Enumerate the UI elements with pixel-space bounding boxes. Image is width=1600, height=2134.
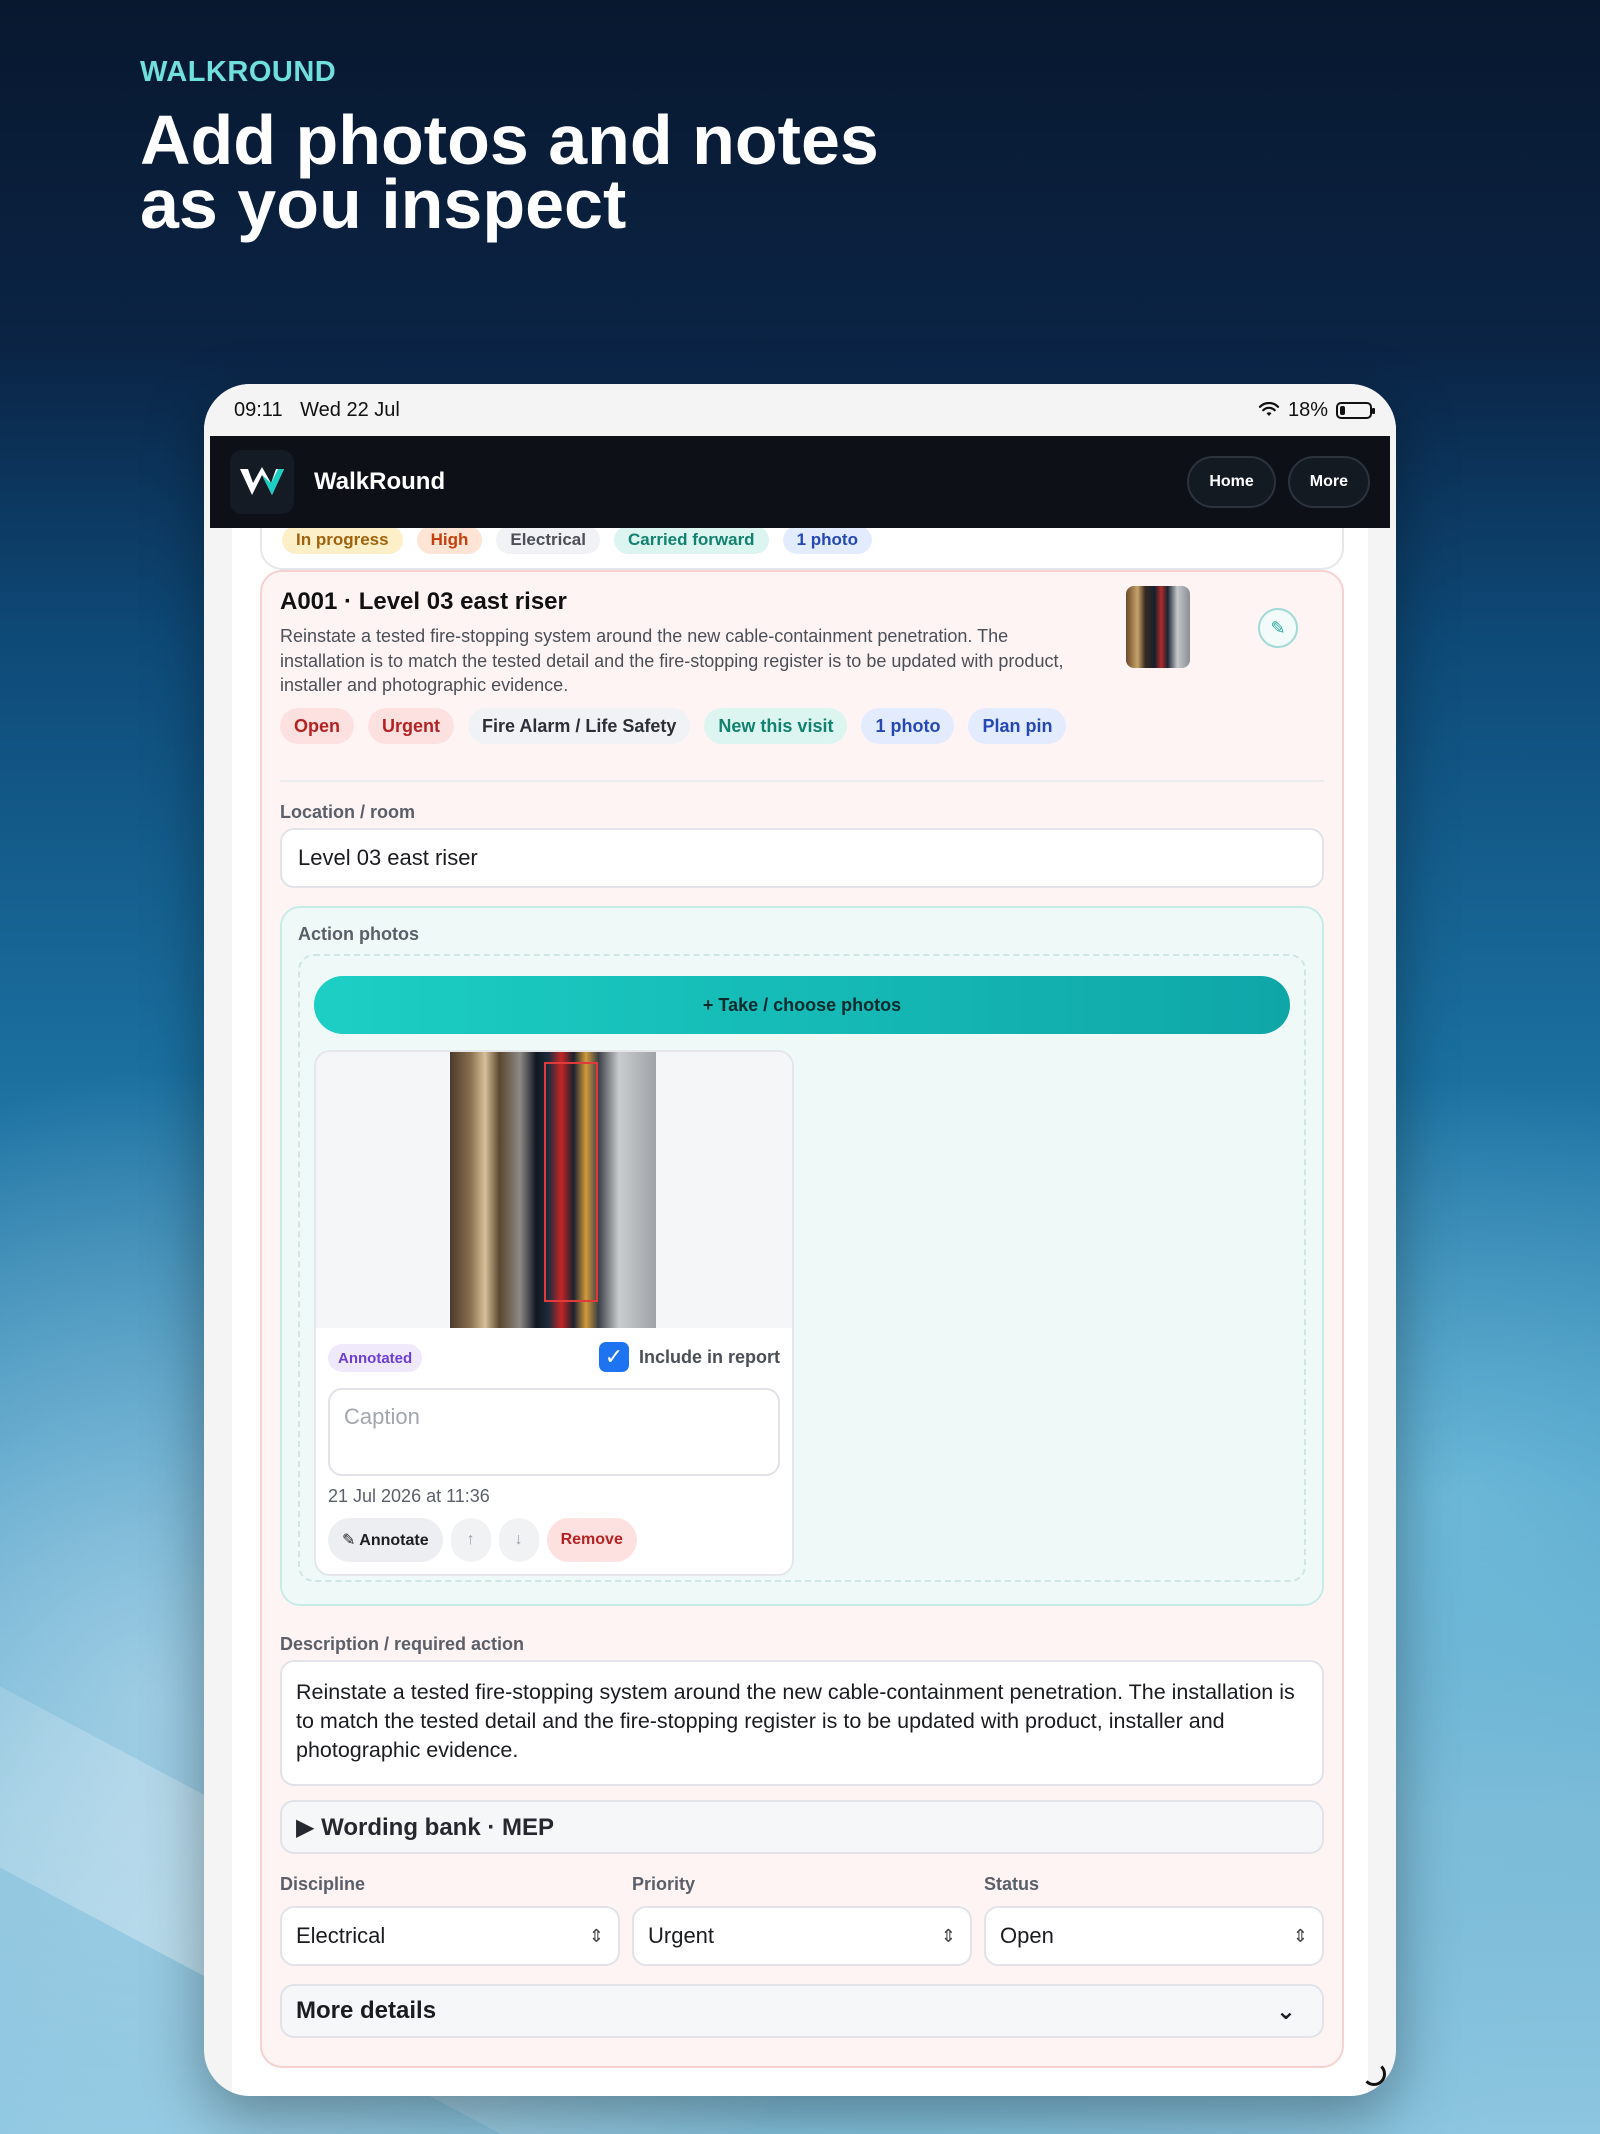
action-summary: Reinstate a tested fire-stopping system …	[280, 626, 1064, 695]
previous-tag: Carried forward	[613, 528, 769, 554]
discipline-value: Electrical	[296, 1923, 386, 1948]
priority-select[interactable]: Urgent ⇕	[632, 1906, 972, 1966]
description-textarea[interactable]: Reinstate a tested fire-stopping system …	[280, 1660, 1324, 1786]
previous-card-tags: In progress High Electrical Carried forward…	[282, 528, 872, 554]
tablet-device: 09:11 Wed 22 Jul 18% WalkRound Home More…	[204, 384, 1396, 2096]
app-logo	[230, 450, 294, 514]
discipline-select[interactable]: Electrical ⇕	[280, 1906, 620, 1966]
status-bar: 09:11 Wed 22 Jul 18%	[204, 384, 1396, 436]
status-select[interactable]: Open ⇕	[984, 1906, 1324, 1966]
include-in-report-toggle[interactable]: ✓ Include in report	[598, 1342, 780, 1372]
more-details-label: More details	[296, 1997, 437, 2024]
annotated-badge: Annotated	[328, 1344, 423, 1372]
previous-tag: High	[416, 528, 483, 554]
action-card: A001 · Level 03 east riser Reinstate a t…	[260, 570, 1344, 2068]
annotate-button[interactable]: ✎ Annotate	[328, 1518, 443, 1562]
action-photos-label: Action photos	[298, 924, 419, 944]
previous-tag: Electrical	[496, 528, 600, 554]
updown-chevron-icon: ⇕	[1292, 1925, 1308, 1946]
location-input[interactable]: Level 03 east riser	[280, 828, 1324, 888]
action-chip: Urgent	[368, 708, 455, 744]
remove-photo-button[interactable]: Remove	[546, 1518, 637, 1562]
more-button[interactable]: More	[1287, 456, 1370, 508]
updown-chevron-icon: ⇕	[588, 1925, 604, 1946]
action-chip: Fire Alarm / Life Safety	[468, 708, 691, 744]
headline-line-2: as you inspect	[140, 165, 627, 243]
previous-tag: In progress	[282, 528, 403, 554]
move-down-button[interactable]: ↓	[498, 1518, 539, 1562]
eyebrow-label: WALKROUND	[140, 56, 337, 88]
priority-label: Priority	[632, 1874, 696, 1894]
battery-percent: 18%	[1287, 398, 1328, 421]
more-details-toggle[interactable]: More details ⌄	[280, 1984, 1324, 2038]
arrow-down-icon: ↓	[514, 1531, 523, 1548]
move-up-button[interactable]: ↑	[450, 1518, 491, 1562]
pencil-icon: ✎	[1270, 617, 1286, 638]
action-chip: 1 photo	[861, 708, 955, 744]
photo-preview-area[interactable]	[316, 1052, 792, 1328]
previous-tag: 1 photo	[782, 528, 872, 554]
photo-timestamp: 21 Jul 2026 at 11:36	[328, 1486, 490, 1506]
wifi-icon	[1258, 402, 1280, 416]
app-bar: WalkRound Home More	[210, 436, 1390, 528]
headline: Add photos and notes as you inspect	[140, 101, 1040, 243]
headline-line-1: Add photos and notes	[140, 101, 879, 179]
status-date: Wed 22 Jul	[300, 398, 400, 421]
checkbox-checked-icon[interactable]: ✓	[598, 1342, 629, 1372]
chevron-down-icon: ⌄	[1275, 1997, 1296, 2025]
photo-card: Annotated ✓ Include in report Caption 21…	[314, 1050, 794, 1576]
action-chip: Open	[280, 708, 355, 744]
divider	[280, 780, 1324, 782]
action-chips: Open Urgent Fire Alarm / Life Safety New th…	[280, 708, 1067, 744]
take-photos-button[interactable]: + Take / choose photos	[314, 976, 1290, 1034]
photo-actions: ✎ Annotate ↑ ↓ Remove	[328, 1518, 637, 1562]
annotation-rectangle	[544, 1062, 598, 1302]
content-scroll-area[interactable]: In progress High Electrical Carried forward…	[232, 528, 1368, 2096]
battery-icon	[1336, 401, 1375, 419]
arrow-up-icon: ↑	[466, 1531, 475, 1548]
photo-image	[450, 1052, 656, 1328]
updown-chevron-icon: ⇕	[940, 1925, 956, 1946]
location-label: Location / room	[280, 802, 415, 822]
priority-value: Urgent	[648, 1923, 715, 1948]
loading-spinner-icon	[1362, 2062, 1386, 2086]
action-photo-thumbnail[interactable]	[1126, 586, 1190, 668]
app-title: WalkRound	[314, 468, 446, 495]
home-button[interactable]: Home	[1187, 456, 1276, 508]
status-time: 09:11	[234, 398, 283, 421]
action-chip: New this visit	[704, 708, 848, 744]
action-photos-section: Action photos + Take / choose photos Ann…	[280, 906, 1324, 1606]
edit-button[interactable]: ✎	[1258, 608, 1298, 648]
discipline-label: Discipline	[280, 1874, 366, 1894]
action-title: A001 · Level 03 east riser	[280, 588, 567, 615]
description-label: Description / required action	[280, 1634, 525, 1654]
include-in-report-label: Include in report	[638, 1346, 780, 1367]
action-chip: Plan pin	[968, 708, 1067, 744]
status-value: Open	[1000, 1923, 1054, 1948]
photos-dropzone: + Take / choose photos Annotated ✓ Inclu…	[298, 954, 1306, 1582]
wording-bank-toggle[interactable]: ▶ Wording bank · MEP	[280, 1800, 1324, 1854]
status-label: Status	[984, 1874, 1040, 1894]
caption-input[interactable]: Caption	[328, 1388, 780, 1476]
